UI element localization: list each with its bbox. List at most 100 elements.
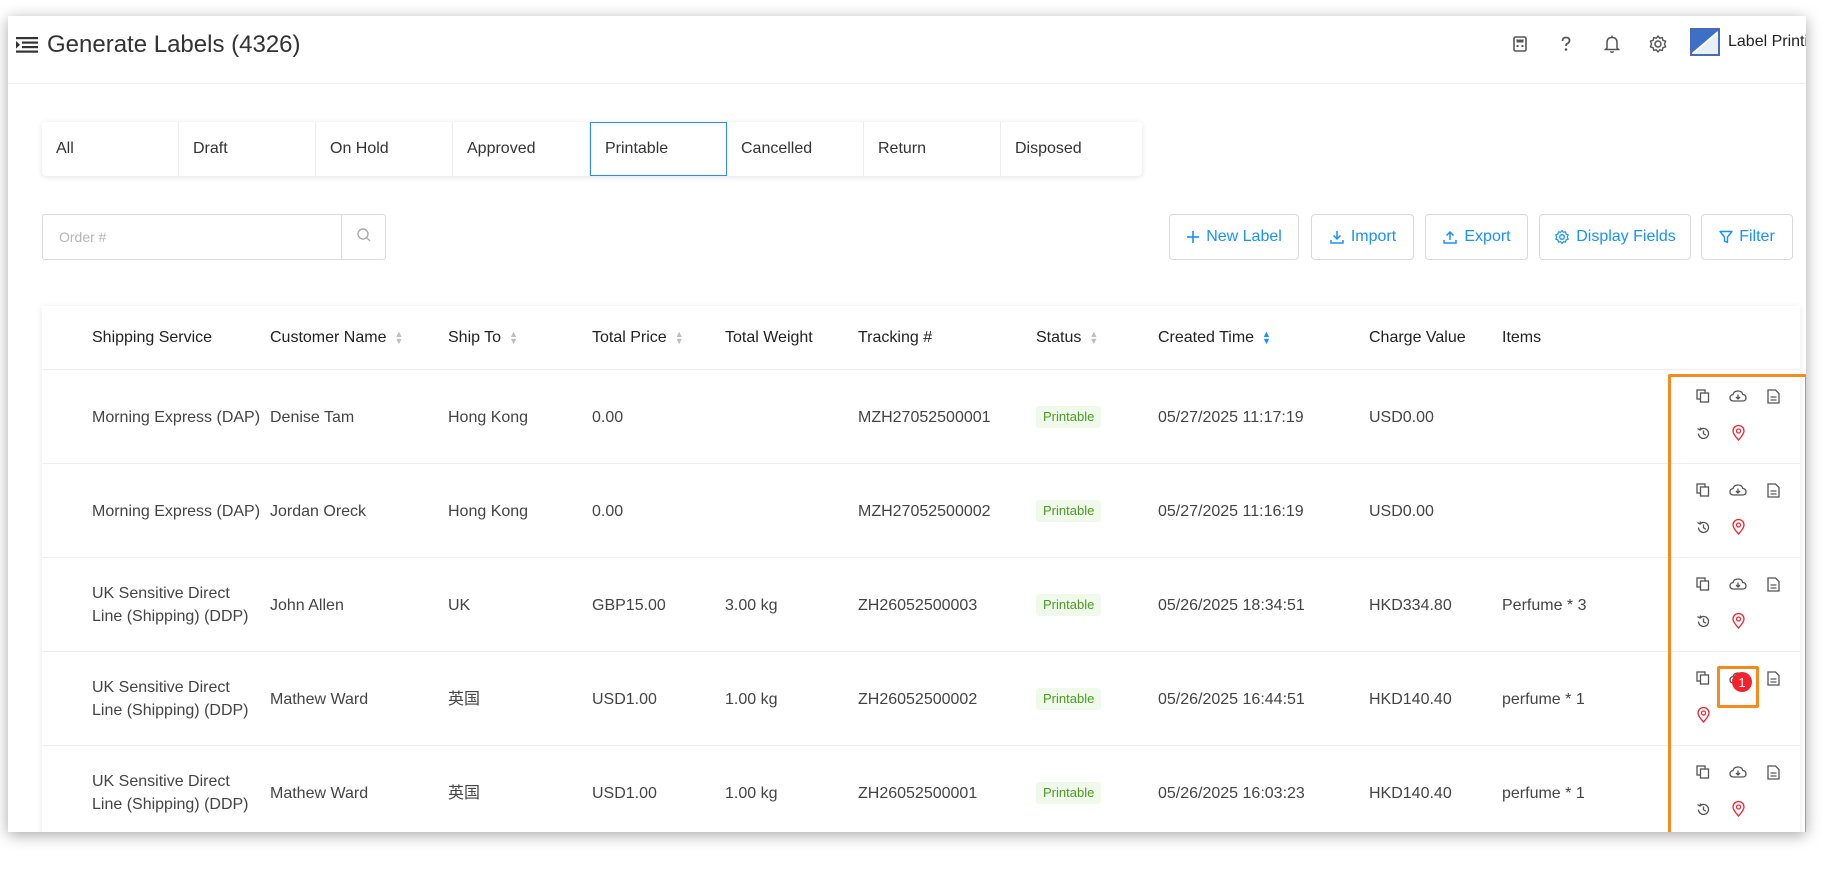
- location-pin-icon[interactable]: [1728, 611, 1748, 631]
- column-ship-to[interactable]: Ship To ▲ ▼: [448, 306, 518, 370]
- import-button[interactable]: Import: [1311, 214, 1414, 260]
- column-shipping-service: Shipping Service: [92, 329, 213, 346]
- table-row: UK Sensitive Direct Line (Shipping) (DDP…: [42, 558, 1800, 652]
- brand-logo: [1690, 28, 1720, 56]
- copy-icon[interactable]: [1693, 574, 1713, 594]
- column-customer-name[interactable]: Customer Name ▲ ▼: [270, 306, 403, 370]
- tab-cancelled[interactable]: Cancelled: [727, 122, 864, 176]
- table-row: UK Sensitive Direct Line (Shipping) (DDP…: [42, 746, 1800, 832]
- status-badge: Printable: [1036, 688, 1102, 710]
- customer-name-cell: Jordan Oreck: [270, 502, 367, 520]
- table-row: UK Sensitive Direct Line (Shipping) (DDP…: [42, 652, 1800, 746]
- sort-icon: ▲ ▼: [1262, 329, 1271, 346]
- import-label: Import: [1350, 228, 1397, 245]
- charge-value-cell: HKD140.40: [1369, 784, 1452, 802]
- menu-fold-icon[interactable]: [16, 34, 38, 54]
- column-status[interactable]: Status ▲ ▼: [1036, 306, 1098, 370]
- ship-to-cell: Hong Kong: [448, 502, 529, 520]
- upload-icon: [1443, 230, 1458, 244]
- total-price-cell: 0.00: [592, 502, 624, 520]
- created-time-cell: 05/26/2025 16:44:51: [1158, 690, 1305, 708]
- copy-icon[interactable]: [1693, 480, 1713, 500]
- charge-value-cell: USD0.00: [1369, 502, 1434, 520]
- items-cell: perfume * 1: [1502, 690, 1585, 708]
- status-badge: Printable: [1036, 500, 1102, 522]
- copy-icon[interactable]: [1693, 762, 1713, 782]
- download-icon: [1330, 231, 1344, 244]
- file-icon[interactable]: [1763, 480, 1783, 500]
- ship-to-cell: UK: [448, 596, 471, 614]
- cloud-download-icon[interactable]: [1728, 480, 1748, 500]
- column-items: Items: [1502, 329, 1542, 346]
- brand-name[interactable]: Label Printing: [1728, 33, 1806, 51]
- location-pin-icon[interactable]: [1728, 517, 1748, 537]
- settings-icon: [1555, 229, 1570, 245]
- bell-icon[interactable]: [1602, 34, 1622, 54]
- status-badge: Printable: [1036, 594, 1102, 616]
- tab-disposed[interactable]: Disposed: [1001, 122, 1138, 176]
- tracking-cell: MZH27052500001: [858, 408, 991, 426]
- status-badge: Printable: [1036, 406, 1102, 428]
- history-icon[interactable]: [1693, 517, 1713, 537]
- tab-draft[interactable]: Draft: [179, 122, 316, 176]
- status-tabs: All Draft On Hold Approved Printable Can…: [42, 122, 1142, 176]
- column-total-weight: Total Weight: [725, 329, 813, 346]
- file-icon[interactable]: [1763, 668, 1783, 688]
- tab-return[interactable]: Return: [864, 122, 1001, 176]
- created-time-cell: 05/27/2025 11:17:19: [1158, 408, 1304, 426]
- order-search: [42, 214, 386, 260]
- ship-to-cell: 英国: [448, 784, 481, 802]
- history-icon[interactable]: [1693, 611, 1713, 631]
- display-fields-button[interactable]: Display Fields: [1539, 214, 1691, 260]
- total-weight-cell: 3.00 kg: [725, 596, 778, 614]
- charge-value-cell: HKD140.40: [1369, 690, 1452, 708]
- new-label-button[interactable]: New Label: [1169, 214, 1299, 260]
- cloud-download-icon[interactable]: [1728, 762, 1748, 782]
- filter-icon: [1719, 230, 1733, 244]
- location-pin-icon[interactable]: [1728, 423, 1748, 443]
- column-tracking: Tracking #: [858, 329, 933, 346]
- file-icon[interactable]: [1763, 762, 1783, 782]
- cloud-download-icon[interactable]: [1728, 574, 1748, 594]
- settings-icon[interactable]: [1648, 34, 1668, 54]
- filter-button[interactable]: Filter: [1701, 214, 1793, 260]
- display-fields-label: Display Fields: [1576, 228, 1676, 245]
- tab-all[interactable]: All: [42, 122, 179, 176]
- shipping-service-cell: UK Sensitive Direct Line (Shipping) (DDP…: [92, 585, 249, 625]
- help-icon[interactable]: [1556, 34, 1576, 54]
- order-search-input[interactable]: [43, 215, 341, 259]
- column-created-time[interactable]: Created Time ▲ ▼: [1158, 306, 1271, 370]
- page-title: Generate Labels (4326): [47, 31, 301, 58]
- tab-approved[interactable]: Approved: [453, 122, 590, 176]
- export-button[interactable]: Export: [1425, 214, 1528, 260]
- total-price-cell: 0.00: [592, 408, 624, 426]
- row-actions: [1682, 370, 1792, 464]
- search-button[interactable]: [341, 215, 385, 259]
- tracking-cell: MZH27052500002: [858, 502, 991, 520]
- history-icon[interactable]: [1693, 799, 1713, 819]
- sort-icon: ▲ ▼: [1089, 329, 1099, 346]
- tab-printable[interactable]: Printable: [590, 122, 727, 176]
- customer-name-cell: Denise Tam: [270, 408, 355, 426]
- cloud-download-icon[interactable]: [1728, 386, 1748, 406]
- location-pin-icon[interactable]: [1728, 799, 1748, 819]
- location-pin-icon[interactable]: [1693, 705, 1713, 725]
- column-total-price[interactable]: Total Price ▲ ▼: [592, 306, 684, 370]
- tab-on-hold[interactable]: On Hold: [316, 122, 453, 176]
- history-icon[interactable]: [1693, 423, 1713, 443]
- copy-icon[interactable]: [1693, 386, 1713, 406]
- tracking-cell: ZH26052500002: [858, 690, 978, 708]
- customer-name-cell: Mathew Ward: [270, 784, 369, 802]
- new-label-label: New Label: [1206, 228, 1282, 245]
- total-weight-cell: 1.00 kg: [725, 784, 778, 802]
- file-icon[interactable]: [1763, 386, 1783, 406]
- calculator-icon[interactable]: [1510, 34, 1530, 54]
- charge-value-cell: USD0.00: [1369, 408, 1434, 426]
- file-icon[interactable]: [1763, 574, 1783, 594]
- customer-name-cell: Mathew Ward: [270, 690, 369, 708]
- top-bar: Generate Labels (4326) Label Printing: [8, 16, 1806, 84]
- total-price-cell: GBP15.00: [592, 596, 666, 614]
- sort-icon: ▲ ▼: [394, 329, 404, 346]
- copy-icon[interactable]: [1693, 668, 1713, 688]
- created-time-cell: 05/27/2025 11:16:19: [1158, 502, 1304, 520]
